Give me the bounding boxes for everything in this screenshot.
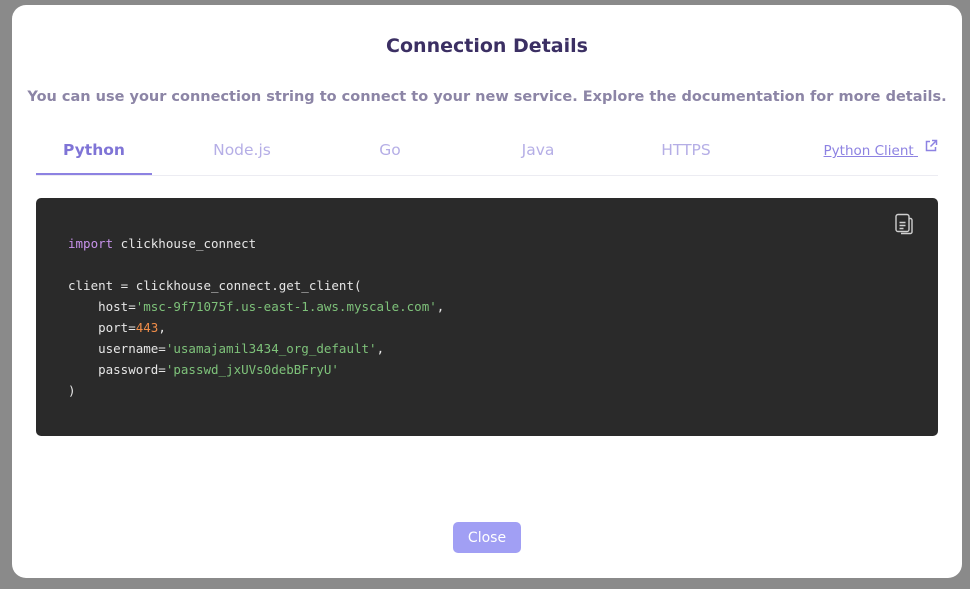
tab-https[interactable]: HTTPS [628, 133, 744, 175]
code-comma: , [376, 341, 385, 356]
external-link-icon [924, 131, 938, 167]
code-password-value: 'passwd_jxUVs0debBFryU' [165, 362, 339, 377]
code-comma: , [436, 299, 445, 314]
python-client-label: Python Client [823, 143, 914, 159]
code-module: clickhouse_connect [113, 236, 257, 251]
close-button[interactable]: Close [453, 522, 521, 553]
copy-icon[interactable] [894, 212, 914, 236]
code-client-line: client = clickhouse_connect.get_client( [68, 278, 362, 293]
connection-details-dialog: Connection Details You can use your conn… [12, 5, 962, 578]
code-closing: ) [68, 383, 76, 398]
python-client-link[interactable]: Python Client [824, 133, 938, 169]
tab-java[interactable]: Java [480, 133, 596, 175]
connection-code: import clickhouse_connect client = click… [68, 233, 444, 401]
code-block: import clickhouse_connect client = click… [36, 198, 938, 436]
code-username-value: 'usamajamil3434_org_default' [165, 341, 377, 356]
tab-python[interactable]: Python [36, 133, 152, 175]
dialog-title: Connection Details [386, 35, 588, 57]
code-password-key: password= [68, 362, 166, 377]
code-port-key: port= [68, 320, 136, 335]
tab-nodejs[interactable]: Node.js [184, 133, 300, 175]
code-host-key: host= [68, 299, 136, 314]
code-host-value: 'msc-9f71075f.us-east-1.aws.myscale.com' [135, 299, 437, 314]
dialog-subtitle: You can use your connection string to co… [27, 89, 947, 105]
code-port-value: 443 [135, 320, 159, 335]
tab-go[interactable]: Go [332, 133, 448, 175]
language-tabs: Python Node.js Go Java HTTPS Python Clie… [36, 133, 938, 176]
code-comma: , [158, 320, 166, 335]
code-import-keyword: import [68, 236, 114, 251]
code-username-key: username= [68, 341, 166, 356]
